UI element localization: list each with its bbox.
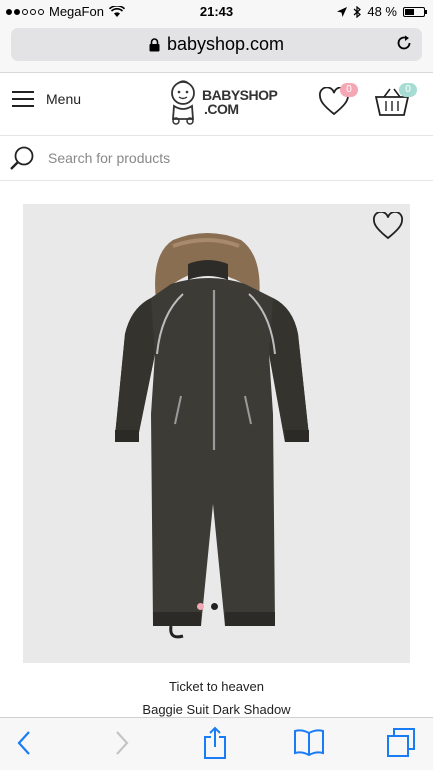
lock-icon	[149, 37, 160, 51]
url-text: babyshop.com	[166, 34, 285, 54]
site-header: Menu BABYSHOP .COM 0 0	[0, 73, 433, 136]
image-pager	[197, 603, 218, 610]
browser-address-area: babyshop.com	[0, 24, 433, 73]
battery-percent: 48 %	[367, 4, 397, 19]
hamburger-icon	[12, 91, 34, 107]
wishlist-heart-icon	[372, 210, 404, 240]
menu-label: Menu	[46, 91, 82, 107]
logo-line-1: BABYSHOP	[202, 87, 278, 103]
wishlist-toggle[interactable]	[372, 210, 404, 245]
address-bar[interactable]: babyshop.com	[11, 28, 422, 61]
search-bar	[0, 136, 433, 181]
product-name[interactable]: Baggie Suit Dark Shadow	[0, 702, 433, 717]
site-logo[interactable]: BABYSHOP .COM	[168, 79, 278, 125]
snowsuit-image	[115, 233, 309, 639]
product-image[interactable]	[23, 204, 410, 663]
browser-toolbar	[0, 717, 433, 770]
forward-icon[interactable]	[114, 730, 130, 756]
bluetooth-icon	[353, 5, 362, 18]
tabs-icon[interactable]	[386, 726, 416, 758]
menu-button[interactable]: Menu	[12, 90, 81, 108]
location-arrow-icon	[337, 6, 348, 17]
search-input[interactable]	[46, 149, 350, 167]
status-right: 48 %	[337, 4, 427, 19]
logo-line-2: .COM	[204, 101, 239, 117]
pager-dot[interactable]	[197, 603, 204, 610]
logo-wordmark: BABYSHOP .COM	[202, 87, 278, 117]
reload-icon[interactable]	[395, 34, 413, 52]
back-icon[interactable]	[16, 730, 32, 756]
battery-icon	[403, 6, 427, 17]
wishlist-button[interactable]: 0	[318, 83, 358, 122]
product-brand[interactable]: Ticket to heaven	[0, 679, 433, 694]
status-bar: MegaFon 21:43 48 %	[0, 0, 433, 24]
search-icon[interactable]	[10, 145, 36, 171]
wishlist-count-badge: 0	[340, 83, 358, 97]
share-icon[interactable]	[202, 726, 228, 760]
cart-button[interactable]: 0	[374, 83, 417, 122]
cart-count-badge: 0	[399, 83, 417, 97]
bookmarks-icon[interactable]	[293, 728, 325, 756]
pager-dot[interactable]	[211, 603, 218, 610]
baby-logo-icon	[171, 80, 195, 125]
